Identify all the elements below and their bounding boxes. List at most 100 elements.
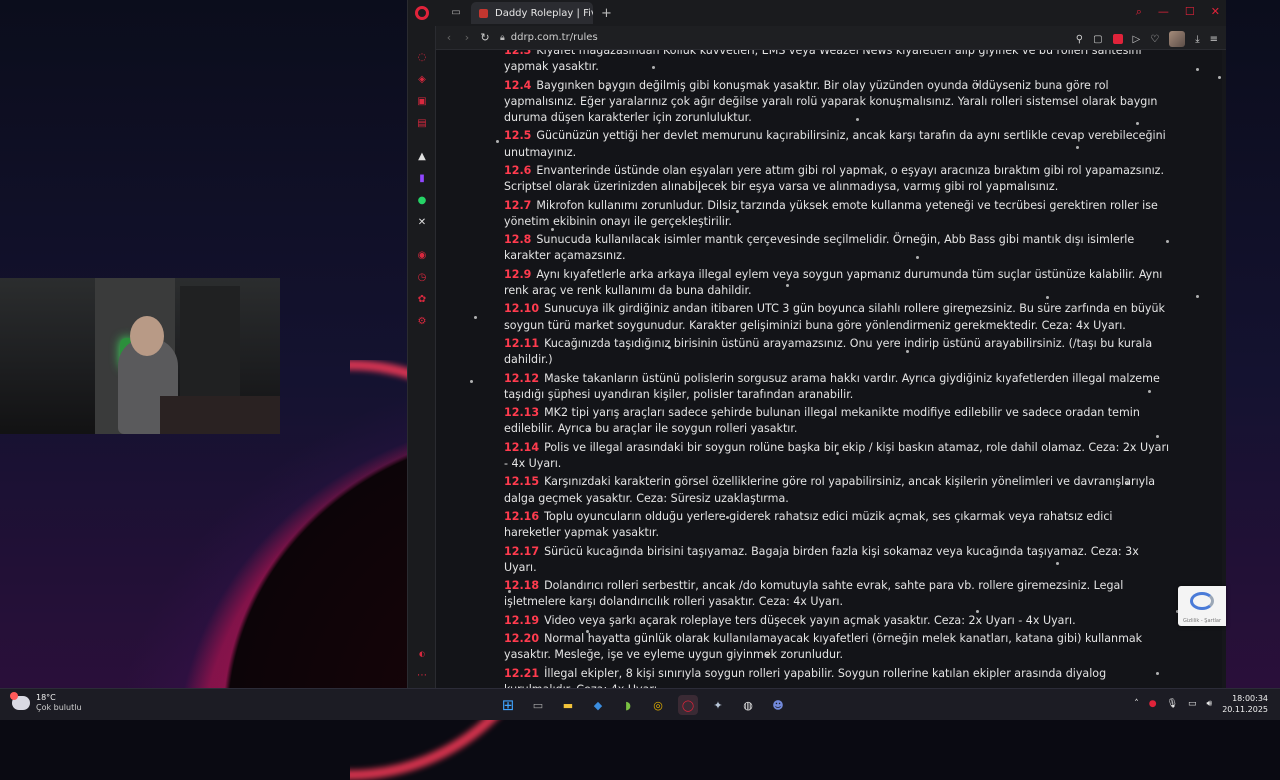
sidebar-twitch-alt-icon[interactable]: ▣ xyxy=(416,96,428,108)
back-icon[interactable]: ‹ xyxy=(440,31,458,44)
snow-particle xyxy=(1196,68,1199,71)
webcam-person-head xyxy=(130,316,164,356)
task-view-icon[interactable]: ▭ xyxy=(528,695,548,715)
sidebar-player-icon[interactable]: ◈ xyxy=(416,74,428,86)
tray-opera-icon[interactable]: ● xyxy=(1149,699,1157,709)
nvidia-icon[interactable]: ◗ xyxy=(618,695,638,715)
rule-text: Kucağınızda taşıdığınız birisinin üstünü… xyxy=(504,336,1153,367)
store-icon[interactable]: ◆ xyxy=(588,695,608,715)
rule-text: Dolandırıcı rolleri serbesttir, ancak /d… xyxy=(504,579,1124,609)
volume-icon[interactable]: 🔊︎ xyxy=(1207,699,1213,709)
system-tray: ˄ ● 🎙︎ ▭ 🔊︎ 18:00:34 20.11.2025 xyxy=(1134,693,1268,715)
chrome-icon[interactable]: ◎ xyxy=(648,695,668,715)
snow-particle xyxy=(551,228,554,231)
snow-particle xyxy=(1218,76,1221,79)
recaptcha-text: Gizlilik - Şartlar xyxy=(1182,618,1222,624)
rule-text: Sunucuya ilk girdiğiniz andan itibaren U… xyxy=(504,302,1165,332)
send-icon[interactable]: ▷ xyxy=(1133,34,1141,45)
search-icon[interactable]: ⌕ xyxy=(1136,5,1142,19)
opera-logo-icon[interactable] xyxy=(415,6,429,20)
heart-icon[interactable]: ♡ xyxy=(1150,34,1159,45)
rule-text: Aynı kıyafetlerle arka arkaya illegal ey… xyxy=(504,267,1163,297)
rule-text: Normal hayatta günlük olarak kullanılama… xyxy=(504,632,1143,662)
forward-icon[interactable]: › xyxy=(458,31,476,44)
rule-number: 12.8 xyxy=(504,233,532,247)
close-icon[interactable]: ✕ xyxy=(1211,5,1220,19)
rule-number: 12.4 xyxy=(504,78,532,92)
snapshot-icon[interactable]: ▢ xyxy=(1093,34,1102,45)
sidebar-whatsapp-icon[interactable]: ● xyxy=(416,195,428,207)
rule-text: Gücünüzün yettiği her devlet memurunu ka… xyxy=(504,129,1166,159)
clock-time: 18:00:34 xyxy=(1232,694,1268,703)
rule-item: 12.19 Video veya şarkı açarak roleplaye t… xyxy=(504,613,1172,629)
minimize-icon[interactable]: — xyxy=(1158,5,1169,19)
app-gear-icon[interactable]: ✦ xyxy=(708,695,728,715)
snow-particle xyxy=(1156,435,1159,438)
sidebar-history-icon[interactable]: ◷ xyxy=(416,272,428,284)
sidebar-music-icon[interactable]: ◉ xyxy=(416,250,428,262)
file-explorer-icon[interactable]: ▬ xyxy=(558,695,578,715)
rule-item: 12.20 Normal hayatta günlük olarak kullan… xyxy=(504,631,1172,663)
url-field[interactable]: ddrp.com.tr/rules xyxy=(511,32,598,43)
snow-particle xyxy=(726,516,729,519)
title-bar: ▭ Daddy Roleplay | Fivem R + ⌕ — ☐ ✕ xyxy=(408,0,1226,26)
menu-icon[interactable]: ≡ xyxy=(1210,34,1218,45)
rule-text: Toplu oyuncuların olduğu yerlere giderek… xyxy=(504,509,1113,540)
rule-item: 12.7 Mikrofon kullanımı zorunludur. Dilsi… xyxy=(504,198,1172,230)
snow-particle xyxy=(766,654,769,657)
start-icon[interactable]: ⊞ xyxy=(498,695,518,715)
rule-item: 12.8 Sunucuda kullanılacak isimler mantık… xyxy=(504,232,1172,264)
opera-gx-icon[interactable]: ◯ xyxy=(678,695,698,715)
rule-number: 12.14 xyxy=(504,440,540,454)
sidebar-aria-icon[interactable]: ◌ xyxy=(416,52,428,64)
rule-item: 12.14 Polis ve illegal arasındaki bir soy… xyxy=(504,440,1172,472)
new-tab-icon[interactable]: + xyxy=(601,6,612,21)
snow-particle xyxy=(586,630,589,633)
app-circle-icon[interactable]: ◍ xyxy=(738,695,758,715)
download-icon[interactable]: ⤓ xyxy=(1195,34,1199,45)
rule-item: 12.10 Sunucuya ilk girdiğiniz andan itiba… xyxy=(504,301,1172,333)
snow-particle xyxy=(496,140,499,143)
webcam-desk xyxy=(160,396,280,434)
rule-item: 12.15 Karşınızdaki karakterin görsel özel… xyxy=(504,474,1172,506)
taskbar-apps: ⊞ ▭ ▬ ◆ ◗ ◎ ◯ ✦ ◍ ☻ xyxy=(498,695,788,715)
snow-particle xyxy=(836,452,839,455)
rules-list: 12.3 Kıyafet mağazasından Kolluk kuvvetle… xyxy=(504,50,1172,688)
snow-particle xyxy=(1056,562,1059,565)
recaptcha-badge[interactable]: Gizlilik - Şartlar xyxy=(1178,586,1226,626)
profile-avatar[interactable] xyxy=(1169,31,1186,47)
rule-number: 12.7 xyxy=(504,198,532,212)
window-controls: ⌕ — ☐ ✕ xyxy=(1136,5,1220,19)
sidebar-arc-icon[interactable]: ▲ xyxy=(416,151,428,163)
lock-icon[interactable]: 🔒︎ xyxy=(500,33,505,43)
sidebar-extensions-icon[interactable]: ✿ xyxy=(416,294,428,306)
rule-number: 12.13 xyxy=(504,406,540,420)
sidebar-settings-icon[interactable]: ⚙ xyxy=(416,316,428,328)
tab-manager-icon[interactable]: ▭ xyxy=(449,7,463,19)
rule-number: 12.15 xyxy=(504,475,540,489)
pin-icon[interactable]: ⚲ xyxy=(1076,34,1083,45)
discord-icon[interactable]: ☻ xyxy=(768,695,788,715)
weather-widget[interactable]: 18°C Çok bulutlu xyxy=(10,692,82,713)
snow-particle xyxy=(976,610,979,613)
maximize-icon[interactable]: ☐ xyxy=(1185,5,1195,19)
sidebar-messenger-icon[interactable]: ▤ xyxy=(416,118,428,130)
sidebar-x-icon[interactable]: ✕ xyxy=(416,217,428,229)
rule-text: Maske takanların üstünü polislerin sorgu… xyxy=(504,371,1160,401)
rule-text: Mikrofon kullanımı zorunludur. Dilsiz ta… xyxy=(504,198,1158,228)
microphone-icon[interactable]: 🎙︎ xyxy=(1167,699,1178,709)
rule-text: Sürücü kucağında birisini taşıyamaz. Bag… xyxy=(504,544,1139,574)
rule-item: 12.21 İllegal ekipler, 8 kişi sınırıyla s… xyxy=(504,666,1172,688)
sidebar-twitch-icon[interactable]: ▮ xyxy=(416,173,428,185)
adblock-shield-icon[interactable] xyxy=(1112,34,1123,44)
tab-daddy-roleplay[interactable]: Daddy Roleplay | Fivem R xyxy=(471,2,593,24)
sidebar-gx-icon[interactable]: ◐ xyxy=(416,648,428,660)
display-icon[interactable]: ▭ xyxy=(1188,699,1197,709)
cloud-icon xyxy=(10,692,30,710)
sidebar-more-icon[interactable]: ⋯ xyxy=(416,670,428,682)
address-bar-actions: ⚲ ▢ ▷ ♡ ⤓ ≡ xyxy=(1076,31,1218,47)
address-bar: ‹ › ↻ 🔒︎ ddrp.com.tr/rules ⚲ ▢ ▷ ♡ ⤓ ≡ xyxy=(436,26,1226,72)
clock[interactable]: 18:00:34 20.11.2025 xyxy=(1222,693,1268,715)
reload-icon[interactable]: ↻ xyxy=(476,31,494,44)
chevron-up-icon[interactable]: ˄ xyxy=(1134,699,1139,709)
